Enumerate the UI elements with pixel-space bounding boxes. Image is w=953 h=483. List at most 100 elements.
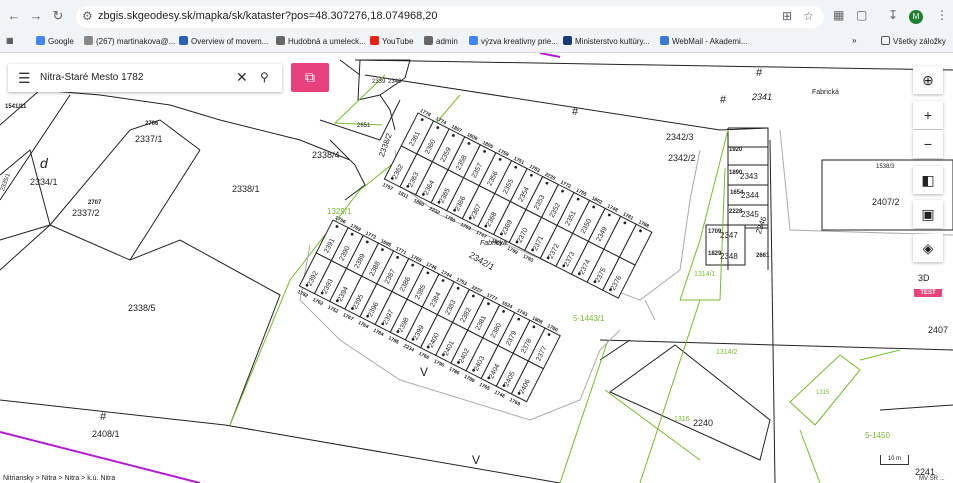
parcel-dot (562, 264, 566, 268)
parcel-dot (517, 317, 521, 321)
parcel-dot (456, 286, 460, 290)
parcel-dot (390, 177, 394, 180)
download-icon[interactable]: ↧ (888, 8, 898, 22)
bookmark-admin[interactable]: admin (424, 36, 458, 46)
parcel-dot (561, 189, 564, 193)
parcel-dot (437, 200, 441, 204)
bookmark-hudobna[interactable]: Hudobná a umeleck... (276, 36, 366, 46)
extension-icon[interactable]: ▦ (833, 8, 844, 22)
search-input[interactable]: Nitra-Staré Mesto 1782 (40, 72, 143, 83)
parcel-label: 2661 (756, 253, 770, 259)
minus-icon: − (923, 136, 933, 152)
clear-icon[interactable]: ✕ (236, 69, 248, 86)
svg-text:#: # (572, 106, 579, 118)
parcel-dot (468, 216, 472, 220)
map-pin-button[interactable]: ⧉ (291, 63, 329, 92)
parcel-label: 1890 (729, 170, 743, 176)
owner-number: 1790 (433, 359, 446, 369)
parcel-dot (441, 279, 445, 282)
parcel-label: 2342/2 (668, 153, 696, 163)
forward-icon[interactable]: → (28, 8, 44, 24)
owner-number: 1752 (327, 304, 340, 314)
parcel-dot (577, 272, 581, 276)
owner-number: 1746 (493, 389, 506, 399)
cadastre-map[interactable]: 2361 2360 2359 2358 2357 2356 2355 2354 2353 2352… (0, 53, 953, 483)
back-icon[interactable]: ← (6, 8, 22, 24)
parcel-dot (609, 288, 612, 292)
bookmark-overview[interactable]: Overview of movem... (179, 36, 268, 46)
test-badge: TEST (914, 289, 942, 297)
site-info-icon[interactable]: ⚙ (82, 9, 93, 23)
parcel-dot (502, 310, 505, 313)
parcel-label: 2344 (741, 191, 759, 200)
bookmark-webmail[interactable]: WebMail - Akademi... (660, 36, 747, 46)
parcel-label: 1329/1 (327, 207, 352, 216)
search-box[interactable]: ☰ Nitra-Staré Mesto 1782 ✕ ⚲ (8, 64, 282, 92)
mail-icon (84, 36, 93, 45)
parcel-label: 2337/1 (135, 134, 163, 144)
parcel-dot (532, 325, 536, 329)
parcel-label: 2338/1 (232, 184, 260, 194)
parcel-dot (305, 283, 309, 287)
parcel-label: d (40, 155, 48, 171)
owner-number: 1811 (397, 190, 410, 200)
parcel-dot (545, 181, 549, 185)
bookmark-ministerstvo[interactable]: Ministerstvo kultúry... (563, 36, 650, 46)
zoom-in-button[interactable]: + (913, 101, 943, 129)
parcel-dot (453, 208, 457, 212)
parcel-label: Fabrická (812, 89, 839, 96)
layers-button[interactable]: ◈ (913, 234, 943, 262)
3d-toggle[interactable]: 3D (918, 273, 930, 283)
parcel-label: 2707 (88, 200, 102, 206)
owner-number: 1782 (296, 289, 309, 299)
address-bar[interactable]: ⚙ zbgis.skgeodesy.sk/mapka/sk/kataster?p… (76, 6, 824, 28)
parcel-dot (515, 240, 519, 244)
bookmark-youtube[interactable]: YouTube (370, 36, 413, 46)
bookmarks-overflow-icon[interactable]: » (852, 36, 856, 45)
parcel-dot (451, 134, 455, 137)
scale-bar: 10 m (880, 455, 909, 465)
photo-layer-button[interactable]: ▣ (913, 200, 943, 228)
bookmark-star-icon[interactable]: ☆ (803, 9, 814, 23)
owner-number: 1762 (311, 297, 324, 307)
all-bookmarks[interactable]: Všetky záložky (881, 36, 946, 46)
parcel-dot (381, 248, 384, 252)
parcel-dot (487, 376, 491, 380)
parcel-label: 2342/3 (666, 132, 694, 142)
parcel-label: 1315 (816, 390, 830, 396)
plus-icon: + (923, 107, 933, 123)
breadcrumb[interactable]: Nitriansky > Nitra > Nitra > k.ú. Nitra (3, 475, 115, 482)
parcel-label: 1541/11 (5, 104, 27, 110)
avatar[interactable]: M (909, 10, 923, 24)
parcel-dot (592, 205, 596, 209)
parcel-dot (529, 173, 533, 177)
more-menu-icon[interactable]: ⋮ (936, 8, 948, 22)
install-icon[interactable]: ⊞ (782, 9, 792, 23)
parcel-label: 1920 (729, 147, 743, 153)
map-canvas[interactable]: 2361 2360 2359 2358 2357 2356 2355 2354 2353 2352… (0, 53, 953, 483)
svg-text:V: V (472, 453, 480, 467)
parcel-dot (426, 271, 430, 275)
parcel-label: 2339 (372, 79, 386, 85)
puzzle-icon[interactable]: ▢ (856, 8, 867, 22)
apps-icon[interactable]: ▦ (6, 36, 14, 45)
bookmarks-bar: ▦ Google (267) martinakova@... Overview … (0, 34, 953, 53)
owner-number: 1785 (387, 335, 400, 345)
parcel-dot (411, 337, 415, 341)
zoom-out-button[interactable]: − (913, 130, 943, 158)
parcel-label: 2340 (388, 79, 402, 85)
parcel-dot (396, 255, 399, 259)
menu-icon[interactable]: ☰ (18, 70, 31, 87)
reload-icon[interactable]: ↻ (50, 8, 66, 24)
bookmark-mail[interactable]: (267) martinakova@... (84, 36, 175, 46)
parcel-label: 2345 (741, 210, 759, 219)
svg-text:#: # (720, 94, 727, 106)
url-text: zbgis.skgeodesy.sk/mapka/sk/kataster?pos… (98, 10, 438, 22)
search-icon[interactable]: ⚲ (260, 70, 269, 84)
parcel-dot (576, 197, 580, 201)
bookmark-vyzva[interactable]: výzva kreativny prie... (469, 36, 558, 46)
parcel-dot (517, 391, 521, 395)
bookmark-google[interactable]: Google (36, 36, 74, 46)
locate-button[interactable]: ⊕ (913, 66, 943, 94)
compare-button[interactable]: ◧ (913, 166, 943, 194)
